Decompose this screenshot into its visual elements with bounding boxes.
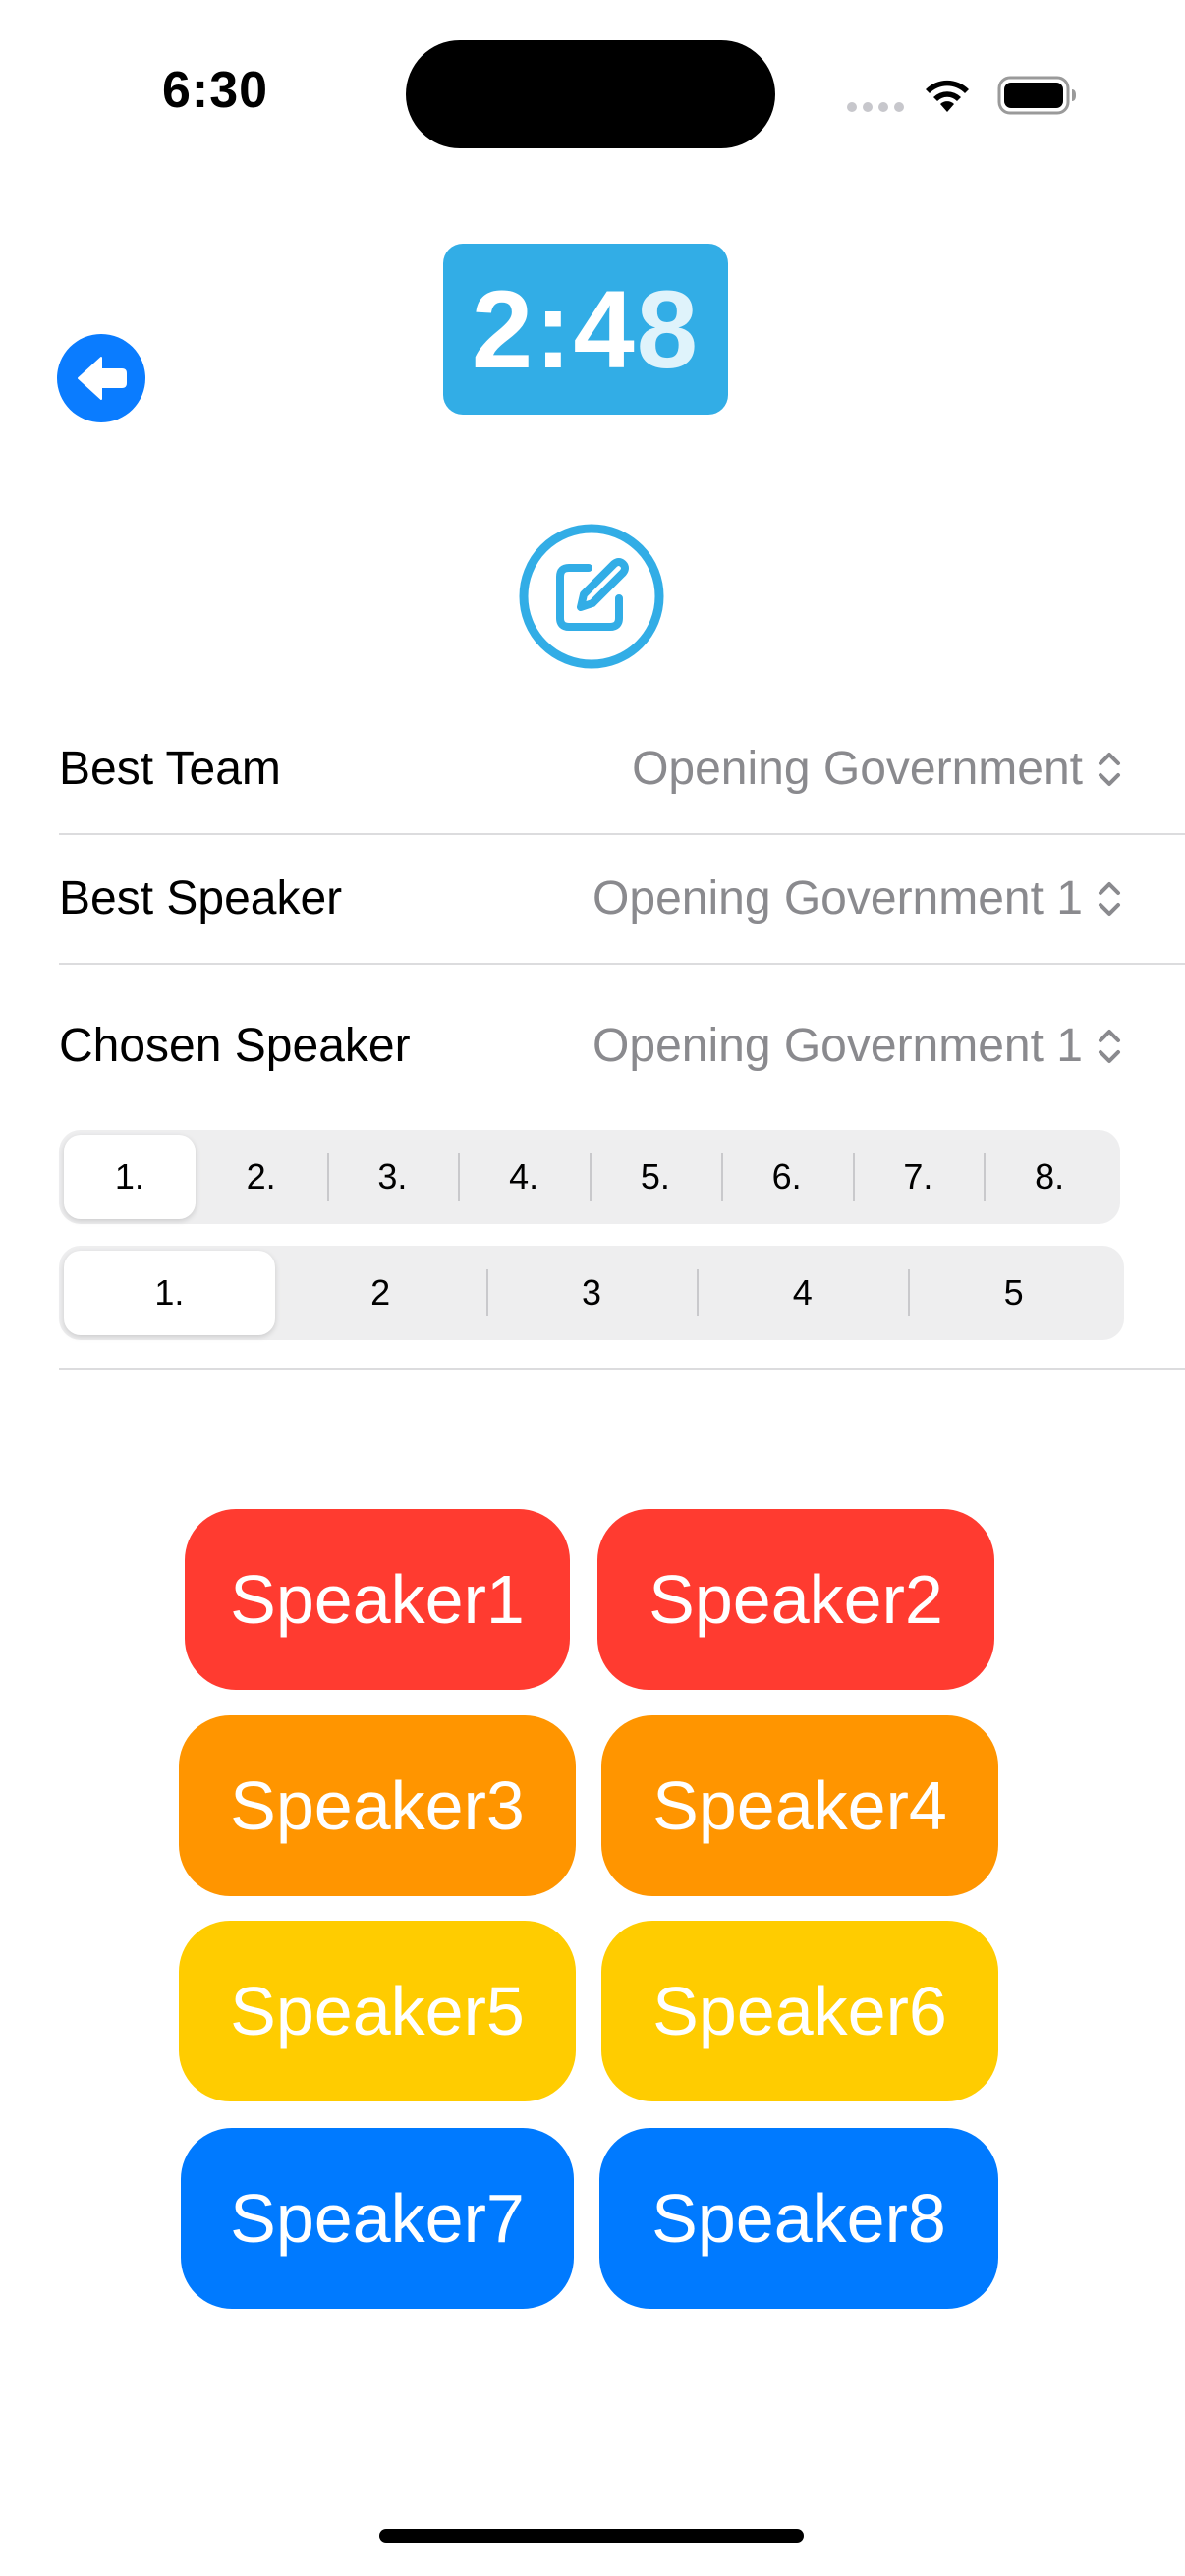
- speaker7-button[interactable]: Speaker7: [181, 2128, 574, 2309]
- best-speaker-label: Best Speaker: [59, 872, 343, 924]
- speaker1-button[interactable]: Speaker1: [185, 1509, 570, 1690]
- chevron-up-down-icon: [1099, 1029, 1120, 1063]
- best-team-value: Opening Government: [632, 743, 1083, 795]
- speaker4-button[interactable]: Speaker4: [601, 1715, 998, 1896]
- segment-speaker-4[interactable]: 4.: [458, 1135, 590, 1219]
- speaker2-button[interactable]: Speaker2: [597, 1509, 994, 1690]
- best-team-label: Best Team: [59, 743, 281, 795]
- segment-score-2[interactable]: 2: [275, 1251, 486, 1335]
- divider: [59, 963, 1185, 965]
- cellular-signal-icon: [847, 102, 906, 116]
- timer-display: 2:4 8: [443, 244, 728, 415]
- segment-speaker-3[interactable]: 3.: [326, 1135, 459, 1219]
- divider: [59, 1368, 1185, 1370]
- speaker5-button[interactable]: Speaker5: [179, 1921, 576, 2101]
- score-segmented-control[interactable]: 1. 2 3 4 5: [59, 1246, 1124, 1340]
- segment-score-3[interactable]: 3: [485, 1251, 698, 1335]
- chosen-speaker-value: Opening Government 1: [592, 1020, 1083, 1072]
- chosen-speaker-label: Chosen Speaker: [59, 1020, 411, 1072]
- segment-speaker-6[interactable]: 6.: [720, 1135, 853, 1219]
- best-speaker-picker[interactable]: Opening Government 1: [592, 871, 1124, 925]
- segment-speaker-1[interactable]: 1.: [64, 1135, 196, 1219]
- divider: [59, 833, 1185, 835]
- speaker3-button[interactable]: Speaker3: [179, 1715, 576, 1896]
- speaker8-button[interactable]: Speaker8: [599, 2128, 998, 2309]
- wifi-icon: [926, 80, 969, 112]
- home-indicator[interactable]: [379, 2529, 804, 2543]
- segment-score-1[interactable]: 1.: [64, 1251, 275, 1335]
- battery-icon: [997, 76, 1076, 115]
- segment-score-4[interactable]: 4: [697, 1251, 908, 1335]
- segment-speaker-5[interactable]: 5.: [590, 1135, 721, 1219]
- timer-main: 2:4: [471, 267, 637, 391]
- edit-button[interactable]: [518, 523, 665, 670]
- best-team-picker[interactable]: Opening Government: [632, 742, 1124, 796]
- chevron-up-down-icon: [1099, 752, 1120, 786]
- chosen-speaker-picker[interactable]: Opening Government 1: [592, 1019, 1124, 1073]
- square-and-pencil-icon: [556, 558, 629, 631]
- status-time: 6:30: [162, 62, 269, 119]
- segment-speaker-8[interactable]: 8.: [984, 1135, 1115, 1219]
- speaker-segmented-control[interactable]: 1. 2. 3. 4. 5. 6. 7. 8.: [59, 1130, 1120, 1224]
- speaker6-button[interactable]: Speaker6: [601, 1921, 998, 2101]
- timer-last-digit: 8: [636, 267, 701, 391]
- arrow-left-icon: [78, 357, 127, 400]
- back-button[interactable]: [57, 334, 145, 422]
- segment-speaker-7[interactable]: 7.: [852, 1135, 985, 1219]
- chevron-up-down-icon: [1099, 881, 1120, 916]
- dynamic-island: [406, 40, 775, 148]
- segment-speaker-2[interactable]: 2.: [196, 1135, 327, 1219]
- segment-score-5[interactable]: 5: [908, 1251, 1119, 1335]
- best-speaker-value: Opening Government 1: [592, 872, 1083, 924]
